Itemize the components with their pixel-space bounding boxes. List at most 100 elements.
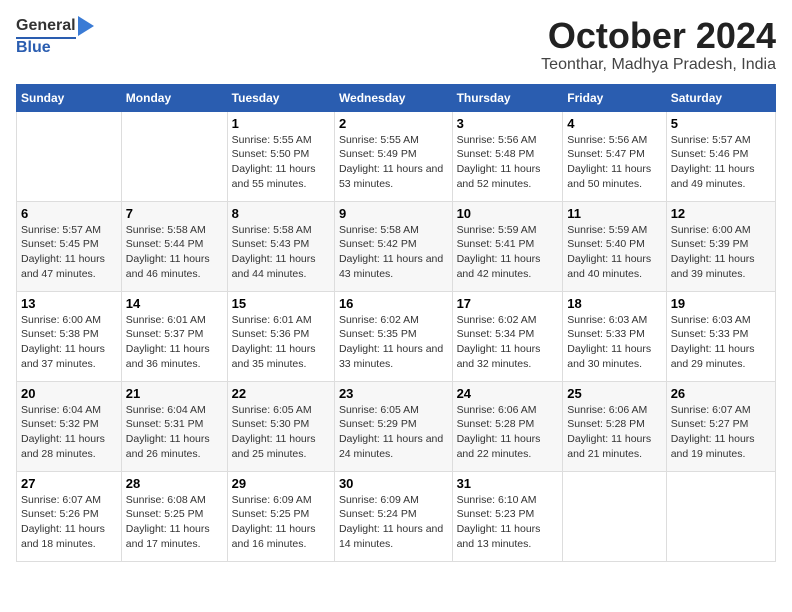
day-number-4: 4 [567,116,661,131]
day-cell-3-0: 20 Sunrise: 6:04 AMSunset: 5:32 PMDayligh… [17,381,122,471]
calendar-title: October 2024 [541,16,776,56]
day-cell-1-6: 12 Sunrise: 6:00 AMSunset: 5:39 PMDayligh… [666,201,775,291]
day-cell-0-4: 3Sunrise: 5:56 AMSunset: 5:48 PMDaylight… [452,111,563,201]
header-saturday: Saturday [666,84,775,111]
day-number-9: 9 [339,206,448,221]
day-detail-14: Sunrise: 6:01 AMSunset: 5:37 PMDaylight:… [126,313,223,372]
day-cell-0-6: 5 Sunrise: 5:57 AMSunset: 5:46 PMDaylight… [666,111,775,201]
day-detail-20: Sunrise: 6:04 AMSunset: 5:32 PMDaylight:… [21,403,117,462]
day-detail-11: Sunrise: 5:59 AMSunset: 5:40 PMDaylight:… [567,223,661,282]
day-detail-4: Sunrise: 5:56 AMSunset: 5:47 PMDaylight:… [567,133,661,192]
day-number-30: 30 [339,476,448,491]
calendar-header-row: Sunday Monday Tuesday Wednesday Thursday… [17,84,776,111]
day-number-12: 12 [671,206,771,221]
page-header: General Blue October 2024 Teonthar, Madh… [16,16,776,74]
day-number-16: 16 [339,296,448,311]
header-thursday: Thursday [452,84,563,111]
day-number-24: 24 [457,386,559,401]
day-number-19: 19 [671,296,771,311]
day-number-31: 31 [457,476,559,491]
day-detail-9: Sunrise: 5:58 AMSunset: 5:42 PMDaylight:… [339,223,448,282]
day-cell-4-6 [666,471,775,561]
day-detail-7: Sunrise: 5:58 AMSunset: 5:44 PMDaylight:… [126,223,223,282]
day-number-13: 13 [21,296,117,311]
day-detail-31: Sunrise: 6:10 AMSunset: 5:23 PMDaylight:… [457,493,559,552]
day-detail-27: Sunrise: 6:07 AMSunset: 5:26 PMDaylight:… [21,493,117,552]
day-detail-6: Sunrise: 5:57 AMSunset: 5:45 PMDaylight:… [21,223,117,282]
day-detail-24: Sunrise: 6:06 AMSunset: 5:28 PMDaylight:… [457,403,559,462]
day-cell-4-5 [563,471,666,561]
logo-blue-text: Blue [16,39,94,57]
logo: General Blue [16,16,94,57]
day-number-25: 25 [567,386,661,401]
day-cell-2-5: 18 Sunrise: 6:03 AMSunset: 5:33 PMDayligh… [563,291,666,381]
day-detail-17: Sunrise: 6:02 AMSunset: 5:34 PMDaylight:… [457,313,559,372]
day-number-2: 2 [339,116,448,131]
day-number-27: 27 [21,476,117,491]
day-detail-23: Sunrise: 6:05 AMSunset: 5:29 PMDaylight:… [339,403,448,462]
day-number-7: 7 [126,206,223,221]
day-cell-1-1: 7 Sunrise: 5:58 AMSunset: 5:44 PMDaylight… [121,201,227,291]
day-detail-8: Sunrise: 5:58 AMSunset: 5:43 PMDaylight:… [232,223,330,282]
day-detail-2: Sunrise: 5:55 AMSunset: 5:49 PMDaylight:… [339,133,448,192]
day-number-18: 18 [567,296,661,311]
day-detail-18: Sunrise: 6:03 AMSunset: 5:33 PMDaylight:… [567,313,661,372]
logo-general-text: General [16,17,76,35]
day-number-23: 23 [339,386,448,401]
day-detail-30: Sunrise: 6:09 AMSunset: 5:24 PMDaylight:… [339,493,448,552]
day-cell-1-3: 9 Sunrise: 5:58 AMSunset: 5:42 PMDaylight… [334,201,452,291]
day-detail-15: Sunrise: 6:01 AMSunset: 5:36 PMDaylight:… [232,313,330,372]
day-number-22: 22 [232,386,330,401]
day-detail-19: Sunrise: 6:03 AMSunset: 5:33 PMDaylight:… [671,313,771,372]
day-cell-4-3: 30 Sunrise: 6:09 AMSunset: 5:24 PMDayligh… [334,471,452,561]
day-cell-2-6: 19 Sunrise: 6:03 AMSunset: 5:33 PMDayligh… [666,291,775,381]
header-monday: Monday [121,84,227,111]
day-cell-0-0 [17,111,122,201]
day-cell-4-2: 29Sunrise: 6:09 AMSunset: 5:25 PMDayligh… [227,471,334,561]
day-cell-3-1: 21 Sunrise: 6:04 AMSunset: 5:31 PMDayligh… [121,381,227,471]
day-detail-21: Sunrise: 6:04 AMSunset: 5:31 PMDaylight:… [126,403,223,462]
day-number-20: 20 [21,386,117,401]
day-cell-2-0: 13 Sunrise: 6:00 AMSunset: 5:38 PMDayligh… [17,291,122,381]
day-cell-0-1 [121,111,227,201]
day-cell-3-6: 26 Sunrise: 6:07 AMSunset: 5:27 PMDayligh… [666,381,775,471]
day-detail-1: Sunrise: 5:55 AMSunset: 5:50 PMDaylight:… [232,133,330,192]
day-detail-25: Sunrise: 6:06 AMSunset: 5:28 PMDaylight:… [567,403,661,462]
day-cell-4-0: 27 Sunrise: 6:07 AMSunset: 5:26 PMDayligh… [17,471,122,561]
title-block: October 2024 Teonthar, Madhya Pradesh, I… [541,16,776,74]
week-row-5: 27 Sunrise: 6:07 AMSunset: 5:26 PMDayligh… [17,471,776,561]
day-number-11: 11 [567,206,661,221]
day-detail-29: Sunrise: 6:09 AMSunset: 5:25 PMDaylight:… [232,493,330,552]
day-cell-3-5: 25 Sunrise: 6:06 AMSunset: 5:28 PMDayligh… [563,381,666,471]
week-row-3: 13 Sunrise: 6:00 AMSunset: 5:38 PMDayligh… [17,291,776,381]
day-detail-3: Sunrise: 5:56 AMSunset: 5:48 PMDaylight:… [457,133,559,192]
header-wednesday: Wednesday [334,84,452,111]
day-cell-1-2: 8Sunrise: 5:58 AMSunset: 5:43 PMDaylight… [227,201,334,291]
header-friday: Friday [563,84,666,111]
day-detail-5: Sunrise: 5:57 AMSunset: 5:46 PMDaylight:… [671,133,771,192]
day-number-5: 5 [671,116,771,131]
header-sunday: Sunday [17,84,122,111]
week-row-2: 6 Sunrise: 5:57 AMSunset: 5:45 PMDaylight… [17,201,776,291]
day-cell-1-0: 6 Sunrise: 5:57 AMSunset: 5:45 PMDaylight… [17,201,122,291]
day-number-1: 1 [232,116,330,131]
day-number-17: 17 [457,296,559,311]
day-cell-4-4: 31 Sunrise: 6:10 AMSunset: 5:23 PMDayligh… [452,471,563,561]
day-cell-1-5: 11 Sunrise: 5:59 AMSunset: 5:40 PMDayligh… [563,201,666,291]
day-detail-10: Sunrise: 5:59 AMSunset: 5:41 PMDaylight:… [457,223,559,282]
day-number-28: 28 [126,476,223,491]
day-detail-26: Sunrise: 6:07 AMSunset: 5:27 PMDaylight:… [671,403,771,462]
week-row-1: 1 Sunrise: 5:55 AMSunset: 5:50 PMDaylight… [17,111,776,201]
day-cell-2-4: 17 Sunrise: 6:02 AMSunset: 5:34 PMDayligh… [452,291,563,381]
day-detail-12: Sunrise: 6:00 AMSunset: 5:39 PMDaylight:… [671,223,771,282]
calendar-subtitle: Teonthar, Madhya Pradesh, India [541,56,776,74]
day-number-26: 26 [671,386,771,401]
day-number-21: 21 [126,386,223,401]
day-detail-13: Sunrise: 6:00 AMSunset: 5:38 PMDaylight:… [21,313,117,372]
header-tuesday: Tuesday [227,84,334,111]
day-number-6: 6 [21,206,117,221]
day-cell-0-2: 1 Sunrise: 5:55 AMSunset: 5:50 PMDaylight… [227,111,334,201]
week-row-4: 20 Sunrise: 6:04 AMSunset: 5:32 PMDayligh… [17,381,776,471]
day-detail-16: Sunrise: 6:02 AMSunset: 5:35 PMDaylight:… [339,313,448,372]
day-cell-3-2: 22Sunrise: 6:05 AMSunset: 5:30 PMDayligh… [227,381,334,471]
